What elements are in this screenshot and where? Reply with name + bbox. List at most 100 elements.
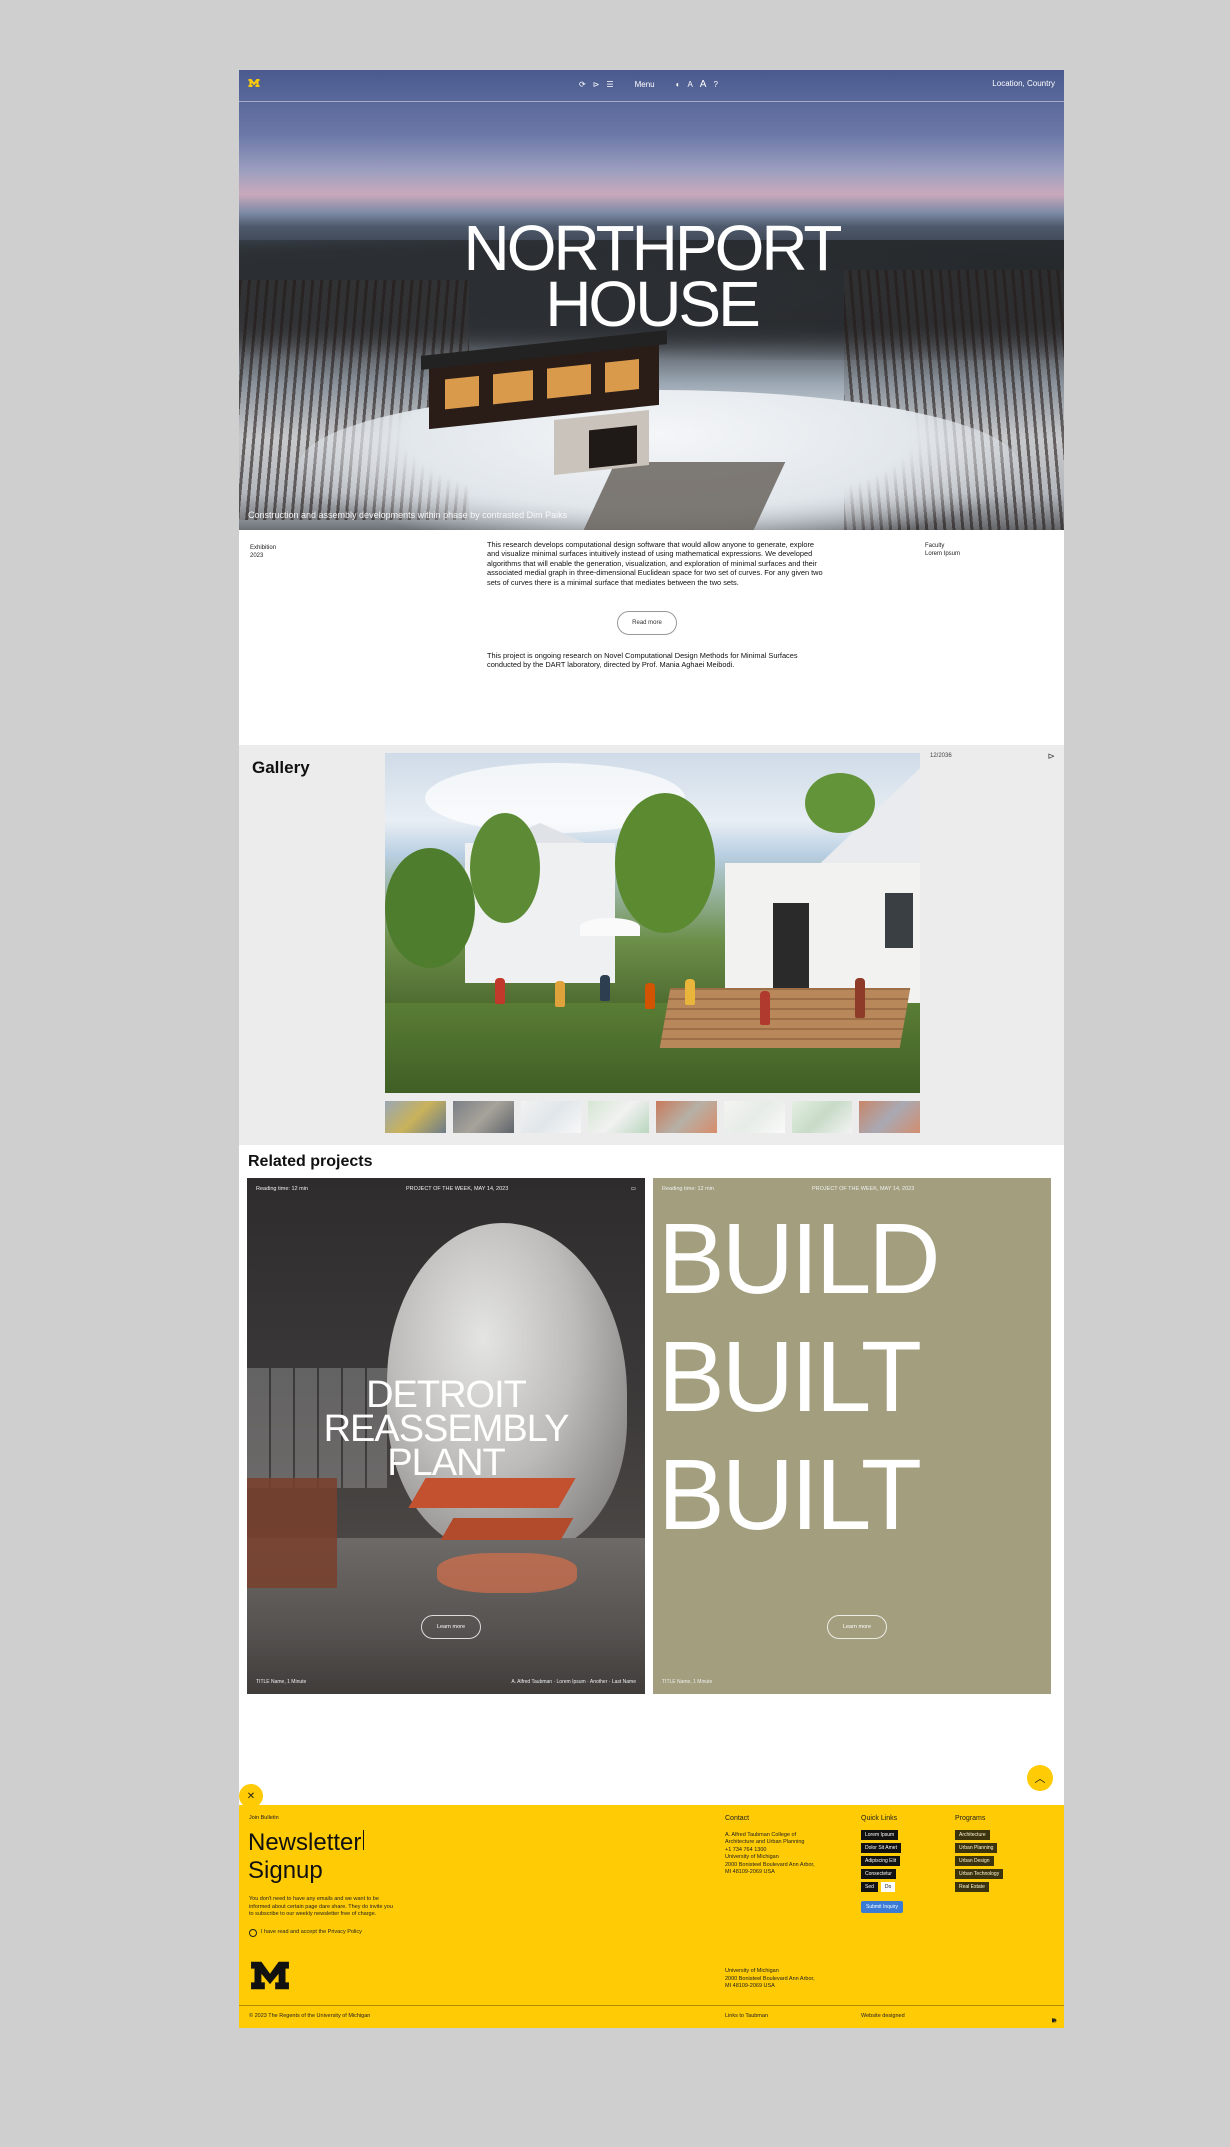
- help-icon[interactable]: ?: [713, 80, 717, 89]
- hero-driveway: [582, 462, 786, 530]
- consent-checkbox[interactable]: [249, 1929, 257, 1937]
- programs-heading: Programs: [955, 1815, 986, 1822]
- meta-value: 2023: [250, 553, 264, 559]
- gallery-tree: [615, 793, 715, 933]
- quick-link[interactable]: Adipiscing Elit: [861, 1856, 901, 1866]
- project-meta-right: Faculty Lorem Ipsum: [925, 542, 960, 558]
- program-link[interactable]: Urban Technology: [955, 1869, 1004, 1879]
- footer-contact: Contact A. Alfred Taubman College of Arc…: [725, 1815, 815, 1877]
- contrast-icon[interactable]: ◐: [676, 80, 681, 89]
- close-newsletter-button[interactable]: ✕: [239, 1784, 263, 1808]
- footer-university: University of Michigan 2000 Bonisteel Bo…: [725, 1968, 815, 1991]
- gallery-thumbnail[interactable]: [723, 1101, 785, 1133]
- gallery-thumbnail[interactable]: [385, 1101, 446, 1133]
- related-projects-title: Related projects: [248, 1153, 373, 1170]
- contact-phone[interactable]: +1 734 764 1300: [725, 1847, 815, 1855]
- hero-title: NORTHPORT HOUSE: [239, 216, 1064, 336]
- program-link[interactable]: Urban Planning: [955, 1843, 998, 1853]
- program-link[interactable]: Architecture: [955, 1830, 990, 1840]
- card-title-line: BUILT: [658, 1439, 922, 1551]
- gallery-thumbnails: [385, 1101, 920, 1133]
- menu-button[interactable]: Menu: [635, 80, 655, 89]
- taubman-link[interactable]: Links to Taubman: [725, 2013, 768, 2019]
- card-footer: TITLE Name, 1 Minute A. Alfred Taubman ·…: [256, 1679, 636, 1685]
- newsletter-title: Newsletter Signup: [248, 1829, 365, 1885]
- gallery-thumbnail[interactable]: [520, 1101, 582, 1133]
- nav-tools: ⟳ ⊳ ☰ Menu ◐ A A ?: [579, 79, 718, 90]
- card-image-wall: [247, 1478, 337, 1588]
- university-line: University of Michigan: [725, 1968, 779, 1974]
- hero-house-window: [493, 370, 533, 405]
- gallery-tree: [470, 813, 540, 923]
- meta-value[interactable]: Lorem Ipsum: [925, 550, 960, 558]
- project-meta-left: Exhibition 2023: [250, 544, 276, 560]
- gallery-person: [600, 975, 610, 1001]
- footer-join-label: Join Bulletin: [249, 1815, 279, 1821]
- card-title-line: DETROIT: [366, 1374, 527, 1416]
- card-meta: PROJECT OF THE WEEK, MAY 14, 2023: [812, 1186, 915, 1192]
- gallery-main-image[interactable]: [385, 753, 920, 1093]
- quick-link[interactable]: Dolor Sit Amet: [861, 1843, 901, 1853]
- gallery-thumbnail[interactable]: [791, 1101, 853, 1133]
- gallery-tree: [805, 773, 875, 833]
- quick-link[interactable]: Lorem Ipsum: [861, 1830, 899, 1840]
- gallery-thumbnail[interactable]: [452, 1101, 514, 1133]
- card-reading-time: Reading time: 12 min: [662, 1186, 714, 1192]
- designer-link[interactable]: Website designed: [861, 2013, 905, 2019]
- footer-bottom-bar: © 2023 The Regents of the University of …: [239, 2005, 1064, 2028]
- card-meta: PROJECT OF THE WEEK, MAY 14, 2023: [406, 1186, 509, 1192]
- twitter-icon[interactable]: ✦: [1052, 2018, 1057, 2024]
- card-title: DETROIT REASSEMBLY PLANT: [247, 1374, 645, 1482]
- contact-heading: Contact: [725, 1815, 750, 1822]
- list-icon[interactable]: ☰: [606, 80, 613, 89]
- gallery-thumbnail[interactable]: [859, 1101, 920, 1133]
- gallery-person: [855, 978, 865, 1018]
- consent-label: I have read and accept the Privacy Polic…: [261, 1929, 362, 1936]
- privacy-consent[interactable]: I have read and accept the Privacy Polic…: [249, 1929, 362, 1937]
- gallery-next-icon[interactable]: ⊳: [1047, 751, 1055, 762]
- contact-line: Architecture and Urban Planning: [725, 1839, 805, 1845]
- font-size-increase-button[interactable]: A: [700, 79, 707, 90]
- program-link[interactable]: Real Estate: [955, 1882, 989, 1892]
- gallery-thumbnail[interactable]: [588, 1101, 649, 1133]
- quick-link[interactable]: Do: [880, 1882, 896, 1892]
- contact-line: MI 48109-2069 USA: [725, 1869, 775, 1875]
- copyright-text: © 2023 The Regents of the University of …: [249, 2013, 371, 2019]
- gallery-tree: [385, 848, 475, 968]
- scroll-to-top-button[interactable]: ︿: [1027, 1765, 1053, 1791]
- card-header: Reading time: 12 min PROJECT OF THE WEEK…: [662, 1186, 1042, 1192]
- related-project-card[interactable]: Reading time: 12 min PROJECT OF THE WEEK…: [247, 1178, 645, 1694]
- gallery-deck: [659, 988, 911, 1048]
- close-icon: ✕: [246, 1790, 256, 1802]
- learn-more-button[interactable]: Learn more: [421, 1615, 481, 1639]
- learn-more-button[interactable]: Learn more: [827, 1615, 887, 1639]
- gallery-thumbnail[interactable]: [656, 1101, 717, 1133]
- michigan-m-logo-icon[interactable]: [249, 1960, 291, 1991]
- play-icon[interactable]: ⊳: [593, 80, 600, 89]
- card-bookmark-icon[interactable]: ▭: [631, 1186, 636, 1192]
- read-more-button[interactable]: Read more: [617, 611, 677, 635]
- card-footer-left: TITLE Name, 1 Minute: [662, 1679, 713, 1685]
- quick-link-row: Sed Do: [861, 1882, 903, 1895]
- card-image-stair: [440, 1518, 574, 1540]
- card-title: BUILD BUILT BUILT: [658, 1200, 1048, 1554]
- related-projects: Related projects Reading time: 12 min PR…: [239, 1145, 1064, 1765]
- contact-line: 2000 Bonisteel Boulevard Ann Arbor,: [725, 1861, 815, 1868]
- card-reading-time: Reading time: 12 min: [256, 1186, 308, 1192]
- hero-house-window: [445, 375, 479, 410]
- submit-inquiry-button[interactable]: Submit Inquiry: [861, 1901, 903, 1913]
- location-link[interactable]: Location, Country: [992, 79, 1055, 88]
- refresh-icon[interactable]: ⟳: [579, 80, 586, 89]
- hero-garage: [554, 410, 649, 475]
- program-link[interactable]: Urban Design: [955, 1856, 994, 1866]
- gallery: Gallery 12/2036 ⊳: [239, 745, 1064, 1145]
- gallery-person: [760, 991, 770, 1025]
- gallery-person: [555, 981, 565, 1007]
- quick-link[interactable]: Sed: [861, 1882, 878, 1892]
- quick-link[interactable]: Consectetur: [861, 1869, 896, 1879]
- related-project-card[interactable]: Reading time: 12 min PROJECT OF THE WEEK…: [653, 1178, 1051, 1694]
- michigan-m-logo-icon[interactable]: [248, 78, 260, 88]
- page: ⟳ ⊳ ☰ Menu ◐ A A ? Location, Country NOR…: [239, 70, 1064, 2028]
- hero-garage-door: [589, 425, 637, 469]
- font-size-decrease-button[interactable]: A: [687, 80, 692, 89]
